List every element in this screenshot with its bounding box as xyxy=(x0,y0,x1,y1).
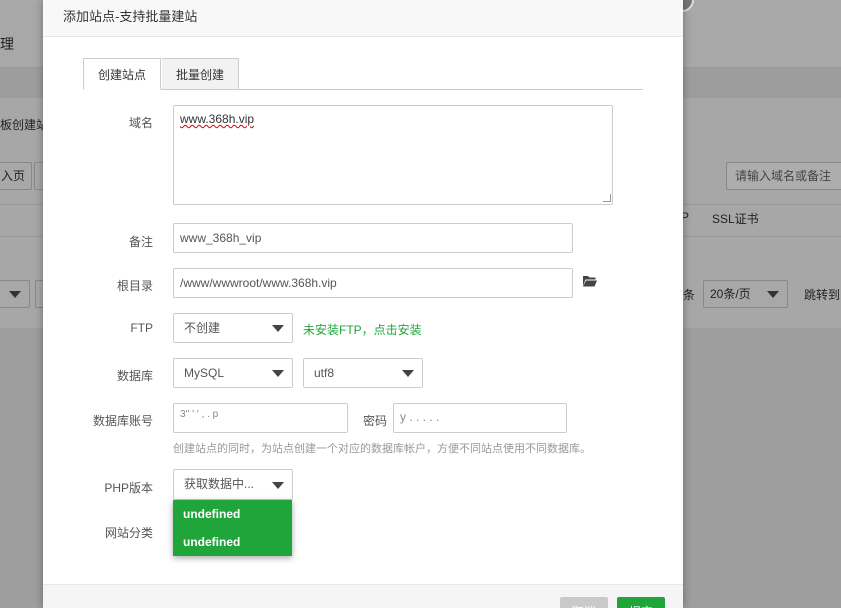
chevron-down-icon xyxy=(272,325,284,332)
db-password-label: 密码 xyxy=(363,414,388,428)
install-ftp-link[interactable]: 未安装FTP，点击安装 xyxy=(303,321,422,338)
bg-search-input: 请输入域名或备注 xyxy=(726,162,841,190)
root-dir-label: 根目录 xyxy=(116,279,153,293)
dropdown-option[interactable]: undefined xyxy=(173,500,292,528)
php-version-label: PHP版本 xyxy=(104,481,153,495)
bg-create-label: 板创建站 xyxy=(0,118,49,132)
db-account-input[interactable]: 3'' ' ' , . p xyxy=(173,403,348,433)
database-charset-select[interactable]: utf8 xyxy=(303,358,423,388)
modal-footer: 取消 提交 xyxy=(43,584,683,608)
chevron-down-icon xyxy=(272,481,284,489)
bg-per-page-select: 20条/页 xyxy=(703,280,788,308)
database-label: 数据库 xyxy=(116,369,153,383)
php-version-select[interactable]: 获取数据中... xyxy=(173,469,293,500)
domain-value: www.368h.vip xyxy=(180,112,255,126)
chevron-down-icon xyxy=(272,370,284,377)
bg-page-title: 理 xyxy=(0,36,14,52)
remark-label: 备注 xyxy=(128,235,153,249)
php-version-dropdown: undefined undefined xyxy=(173,500,292,556)
modal-title: 添加站点-支持批量建站 xyxy=(43,0,683,37)
bg-home-button: 入页 xyxy=(0,162,33,190)
submit-button[interactable]: 提交 xyxy=(617,597,665,608)
cancel-button[interactable]: 取消 xyxy=(560,597,608,608)
tab-create-site[interactable]: 创建站点 xyxy=(83,58,162,90)
bg-jump-to: 跳转到 xyxy=(804,288,841,302)
bg-col-ssl: SSL证书 xyxy=(712,212,759,226)
db-password-input[interactable]: y . . . . . xyxy=(393,403,567,433)
bg-select xyxy=(0,280,30,308)
db-hint-text: 创建站点的同时，为站点创建一个对应的数据库帐户，方便不同站点使用不同数据库。 xyxy=(173,443,591,455)
chevron-down-icon xyxy=(402,370,414,377)
remark-input[interactable]: www_368h_vip xyxy=(173,223,573,253)
modal-tabs: 创建站点 批量创建 xyxy=(83,58,643,90)
resize-handle-icon[interactable] xyxy=(603,194,611,202)
folder-open-icon[interactable] xyxy=(583,275,597,287)
tab-batch-create[interactable]: 批量创建 xyxy=(162,58,240,90)
domain-textarea[interactable]: www.368h.vip xyxy=(173,105,613,205)
ftp-select[interactable]: 不创建 xyxy=(173,313,293,343)
add-site-modal: 添加站点-支持批量建站 创建站点 批量创建 域名 www.368h.vip 备注… xyxy=(43,0,683,608)
root-dir-input[interactable]: /www/wwwroot/www.368h.vip xyxy=(173,268,573,298)
domain-label: 域名 xyxy=(128,116,153,130)
db-account-label: 数据库账号 xyxy=(92,414,153,428)
bg-tiao: 条 xyxy=(683,288,696,302)
database-type-select[interactable]: MySQL xyxy=(173,358,293,388)
site-category-label: 网站分类 xyxy=(104,526,153,540)
dropdown-option[interactable]: undefined xyxy=(173,528,292,556)
ftp-label: FTP xyxy=(130,321,153,335)
